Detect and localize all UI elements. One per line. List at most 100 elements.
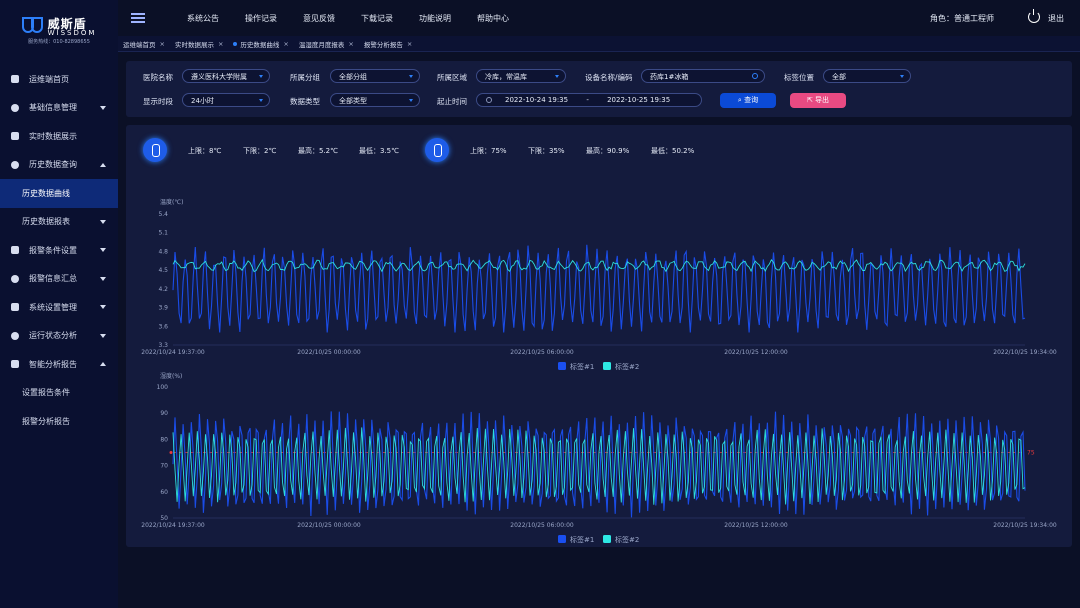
top-nav: 系统公告 操作记录 意见反馈 下载记录 功能说明 帮助中心	[187, 13, 535, 24]
top-nav-item[interactable]: 下载记录	[361, 13, 393, 24]
database-icon	[11, 103, 19, 112]
sidebar-item[interactable]: 历史数据曲线	[0, 179, 118, 208]
chevron-up-icon	[100, 162, 106, 167]
tab-label: 运维端首页	[123, 40, 156, 49]
tab-label: 温湿度月度报表	[298, 40, 345, 49]
sidebar-item[interactable]: 运行状态分析	[0, 322, 118, 351]
sidebar-item[interactable]: 运维端首页	[0, 65, 118, 94]
search-icon	[752, 73, 758, 79]
export-button[interactable]: ⇱ 导出	[790, 93, 846, 108]
clock-icon	[486, 97, 492, 103]
export-label: 导出	[815, 96, 830, 104]
sidebar-item[interactable]: 系统设置管理	[0, 293, 118, 322]
sidebar-item-label: 历史数据查询	[29, 160, 77, 170]
sidebar-item-label: 历史数据报表	[22, 217, 70, 227]
bulb-icon	[11, 246, 19, 255]
sidebar-item[interactable]: 实时数据展示	[0, 122, 118, 151]
query-label: 查询	[744, 96, 759, 104]
sidebar-item[interactable]: 基础信息管理	[0, 94, 118, 123]
export-icon: ⇱	[806, 96, 816, 104]
page-tab[interactable]: 温湿度月度报表 ×	[294, 37, 359, 51]
area-select[interactable]: 冷库，常温库	[476, 69, 566, 83]
page-tab[interactable]: 实时数据展示 ×	[170, 37, 228, 51]
sidebar-menu: 运维端首页基础信息管理实时数据展示历史数据查询历史数据曲线 历史数据报表报警条件设…	[0, 65, 118, 436]
top-nav-item[interactable]: 意见反馈	[303, 13, 335, 24]
group-select[interactable]: 全部分组	[330, 69, 420, 83]
hospital-label: 医院名称	[143, 73, 173, 82]
app: 威斯盾 WISSDOM 服务热线：010-82898655 运维端首页基础信息管…	[0, 0, 1080, 608]
start-time: 2022-10-24 19:35	[505, 96, 569, 104]
page-tabs: 运维端首页 × 实时数据展示 × 历史数据曲线 × 温湿度月度报表 × 报警分析报告 ×	[118, 36, 1080, 52]
temp-lower: 下限：2℃	[243, 147, 277, 155]
page-tab[interactable]: 报警分析报告 ×	[359, 37, 417, 51]
chevron-down-icon	[409, 75, 413, 78]
type-value: 全部类型	[339, 97, 367, 105]
top-nav-item[interactable]: 系统公告	[187, 13, 219, 24]
device-search-input[interactable]: 药库1#冰箱	[641, 69, 765, 83]
logout-button[interactable]: 退出	[1048, 13, 1064, 24]
type-label: 数据类型	[290, 97, 320, 106]
top-nav-item[interactable]: 操作记录	[245, 13, 277, 24]
group-value: 全部分组	[339, 73, 367, 81]
sidebar-item-label: 基础信息管理	[29, 103, 77, 113]
tag-label: 标签位置	[784, 73, 814, 82]
filter-panel: 医院名称 遵义医科大学附属 所属分组 全部分组 所属区域 冷库，常温库 设备名称…	[126, 61, 1072, 117]
tag-select[interactable]: 全部	[823, 69, 911, 83]
sidebar-item[interactable]: 报警信息汇总	[0, 265, 118, 294]
sidebar-item[interactable]: 报警分析报告	[0, 407, 118, 436]
period-label: 显示时段	[143, 97, 173, 106]
close-icon[interactable]: ×	[407, 40, 412, 48]
hospital-select[interactable]: 遵义医科大学附属	[182, 69, 270, 83]
query-button[interactable]: ⌕ 查询	[720, 93, 776, 108]
hum-max: 最高：90.9%	[586, 147, 630, 155]
monitor-icon	[11, 132, 19, 141]
humidity-icon	[425, 138, 449, 162]
hum-min: 最低：50.2%	[651, 147, 695, 155]
gear-icon	[11, 303, 19, 312]
sidebar-item[interactable]: 报警条件设置	[0, 236, 118, 265]
device-label: 设备名称/编码	[585, 73, 633, 82]
period-select[interactable]: 24小时	[182, 93, 270, 107]
sidebar-item[interactable]: 历史数据查询	[0, 151, 118, 180]
top-bar: 系统公告 操作记录 意见反馈 下载记录 功能说明 帮助中心 角色：普通工程师 退出	[118, 0, 1080, 36]
close-icon[interactable]: ×	[348, 40, 353, 48]
range-separator: -	[586, 96, 589, 104]
top-nav-item[interactable]: 帮助中心	[477, 13, 509, 24]
sidebar-item-label: 系统设置管理	[29, 302, 77, 312]
brand-logo: 威斯盾 WISSDOM 服务热线：010-82898655	[0, 0, 118, 60]
temp-upper: 上限：8℃	[188, 147, 222, 155]
tab-label: 历史数据曲线	[240, 40, 280, 49]
brand-name-en: WISSDOM	[47, 29, 97, 37]
alarm-icon	[11, 274, 19, 283]
page-tab[interactable]: 运维端首页 ×	[118, 37, 170, 51]
top-nav-item[interactable]: 功能说明	[419, 13, 451, 24]
sidebar-item[interactable]: 设置报告条件	[0, 379, 118, 408]
chevron-up-icon	[100, 362, 106, 366]
power-icon[interactable]	[1028, 9, 1040, 23]
date-range-picker[interactable]: 2022-10-24 19:35 - 2022-10-25 19:35	[476, 93, 702, 107]
sidebar-item-label: 报警信息汇总	[29, 274, 77, 284]
home-icon	[11, 75, 19, 84]
chevron-down-icon	[409, 99, 413, 102]
page-tab[interactable]: 历史数据曲线 ×	[228, 37, 293, 51]
temp-min: 最低：3.5℃	[359, 147, 399, 155]
chevron-down-icon	[100, 333, 106, 338]
area-label: 所属区域	[437, 73, 467, 82]
menu-toggle-icon[interactable]	[131, 13, 145, 23]
device-value: 药库1#冰箱	[650, 73, 689, 81]
type-select[interactable]: 全部类型	[330, 93, 420, 107]
hospital-value: 遵义医科大学附属	[191, 73, 247, 81]
chevron-down-icon	[900, 75, 904, 78]
chevron-down-icon	[100, 219, 106, 224]
role-value: 普通工程师	[954, 13, 994, 23]
close-icon[interactable]: ×	[218, 40, 223, 48]
hotline: 服务热线：010-82898655	[28, 39, 90, 45]
close-icon[interactable]: ×	[160, 40, 165, 48]
sidebar-item[interactable]: 历史数据报表	[0, 208, 118, 237]
sidebar-item-label: 历史数据曲线	[22, 188, 70, 198]
thermometer-icon	[143, 138, 167, 162]
sidebar-item[interactable]: 智能分析报告	[0, 350, 118, 379]
close-icon[interactable]: ×	[283, 40, 288, 48]
time-label: 起止时间	[437, 97, 467, 106]
end-time: 2022-10-25 19:35	[607, 96, 671, 104]
